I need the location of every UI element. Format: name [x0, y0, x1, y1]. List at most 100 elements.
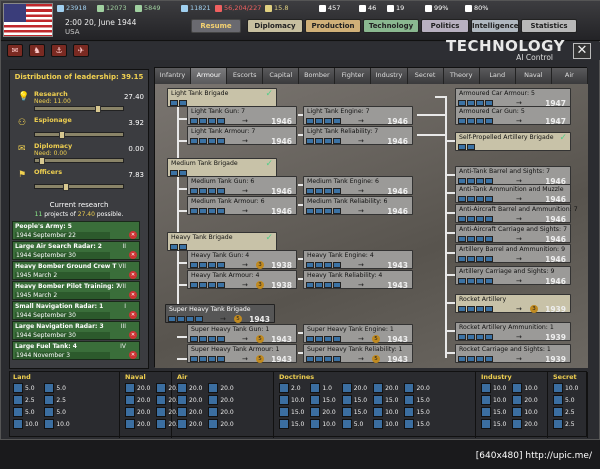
summary-item[interactable]: 10.0	[512, 407, 538, 417]
tech-card[interactable]: Heavy Tank Armour: 4 → 1938 3	[187, 270, 297, 290]
tech-card[interactable]: Anti-Aircraft Carriage and Sights: 7 → 194…	[455, 224, 571, 244]
summary-item[interactable]: 2.5	[44, 395, 69, 405]
tech-card[interactable]: Light Tank Armour: 7 → 1946	[187, 126, 297, 146]
tech-card[interactable]: Super Heavy Tank Gun: 1 → 1943 5	[187, 324, 297, 344]
tech-card[interactable]: Medium Tank Brigade ✓	[167, 158, 277, 177]
summary-item[interactable]: 20.0	[208, 407, 234, 417]
slider-knob[interactable]	[39, 157, 46, 165]
tab-capital[interactable]: Capital	[263, 68, 300, 84]
summary-item[interactable]: 2.5	[553, 407, 578, 417]
summary-item[interactable]: 15.0	[404, 407, 430, 417]
nav-button-intelligence[interactable]: Intelligence	[471, 19, 519, 33]
tech-card[interactable]: Anti-Tank Barrel and Sights: 7 → 1946	[455, 166, 571, 186]
leadership-slider[interactable]	[34, 183, 124, 191]
summary-item[interactable]: 10.0	[481, 395, 506, 405]
tech-card[interactable]: Super Heavy Tank Armour: 1 → 1943 5	[187, 344, 297, 364]
cancel-icon[interactable]: ✕	[129, 351, 137, 359]
summary-item[interactable]: 20.0	[177, 395, 202, 405]
unit-icon[interactable]: ♞	[29, 44, 45, 57]
summary-item[interactable]: 2.5	[553, 419, 578, 429]
summary-item[interactable]: 10.0	[310, 419, 336, 429]
research-queue-item[interactable]: Large Air Search Radar: 2 II 1944 Septembe…	[12, 241, 140, 260]
slider-knob[interactable]	[95, 105, 102, 113]
leadership-slider[interactable]	[34, 105, 124, 113]
cancel-icon[interactable]: ✕	[129, 271, 137, 279]
tech-card[interactable]: Armoured Car Gun: 5 → 1947	[455, 106, 571, 126]
tech-card[interactable]: Artillery Carriage and Sights: 9 → 1946	[455, 266, 571, 286]
summary-item[interactable]: 20.0	[404, 383, 430, 393]
tech-card[interactable]: Artillery Barrel and Ammunition: 9 → 1946	[455, 244, 571, 264]
summary-item[interactable]: 5.0	[44, 407, 69, 417]
summary-item[interactable]: 15.0	[373, 395, 398, 405]
summary-item[interactable]: 10.0	[373, 407, 398, 417]
tech-card[interactable]: Super Heavy Tank Engine: 1 → 1943 5	[303, 324, 413, 344]
research-queue-item[interactable]: Heavy Bomber Pilot Training: 7 VII 1945 Ma…	[12, 281, 140, 300]
cancel-icon[interactable]: ✕	[129, 311, 137, 319]
tech-card[interactable]: Light Tank Engine: 7 → 1946	[303, 106, 413, 126]
plane-icon[interactable]: ✈	[73, 44, 89, 57]
summary-item[interactable]: 20.0	[512, 395, 538, 405]
cancel-icon[interactable]: ✕	[129, 231, 137, 239]
tech-card[interactable]: Rocket Carriage and Sights: 1 → 1939	[455, 344, 571, 364]
summary-item[interactable]: 10.0	[44, 419, 70, 429]
tech-card[interactable]: Light Tank Reliability: 7 → 1946	[303, 126, 413, 146]
summary-item[interactable]: 15.0	[404, 419, 430, 429]
summary-item[interactable]: 15.0	[279, 419, 304, 429]
summary-item[interactable]: 2.5	[13, 395, 38, 405]
leadership-slider[interactable]	[34, 131, 124, 139]
tech-card[interactable]: Light Tank Brigade ✓	[167, 88, 277, 107]
summary-item[interactable]: 20.0	[208, 395, 234, 405]
summary-item[interactable]: 15.0	[404, 395, 430, 405]
tech-card[interactable]: Anti-Aircraft Barrel and Ammunition: 7 → 1…	[455, 204, 578, 224]
cancel-icon[interactable]: ✕	[129, 291, 137, 299]
research-queue-item[interactable]: Large Navigation Radar: 3 III 1944 Septemb…	[12, 321, 140, 340]
tech-card[interactable]: Super Heavy Tank Brigade → 1943 5	[165, 304, 275, 324]
tech-card[interactable]: Medium Tank Engine: 6 → 1946	[303, 176, 413, 196]
summary-item[interactable]: 15.0	[310, 395, 336, 405]
summary-item[interactable]: 10.0	[279, 395, 304, 405]
tech-card[interactable]: Medium Tank Armour: 6 → 1946	[187, 196, 297, 216]
tab-air[interactable]: Air	[551, 68, 588, 84]
tech-card[interactable]: Heavy Tank Gun: 4 → 1938 3	[187, 250, 297, 270]
summary-item[interactable]: 20.0	[125, 383, 150, 393]
summary-item[interactable]: 5.0	[44, 383, 69, 393]
summary-item[interactable]: 15.0	[481, 407, 506, 417]
tech-card[interactable]: Medium Tank Gun: 6 → 1946	[187, 176, 297, 196]
summary-item[interactable]: 10.0	[512, 383, 538, 393]
slider-knob[interactable]	[58, 131, 65, 139]
summary-item[interactable]: 10.0	[13, 419, 38, 429]
tech-card[interactable]: Rocket Artillery → 1939 3	[455, 294, 571, 314]
tab-fighter[interactable]: Fighter	[335, 68, 372, 84]
tab-secret[interactable]: Secret	[407, 68, 444, 84]
summary-item[interactable]: 20.0	[208, 419, 234, 429]
tech-card[interactable]: Self-Propelled Artillery Brigade ✓	[455, 132, 571, 151]
summary-item[interactable]: 15.0	[341, 395, 367, 405]
tab-infantry[interactable]: Infantry	[155, 68, 192, 84]
tech-card[interactable]: Armoured Car Armour: 5 → 1947	[455, 88, 571, 108]
tab-armour[interactable]: Armour	[191, 68, 228, 84]
tech-card[interactable]: Medium Tank Reliability: 6 → 1946	[303, 196, 413, 216]
summary-item[interactable]: 5.0	[13, 407, 38, 417]
summary-item[interactable]: 5.0	[13, 383, 38, 393]
summary-item[interactable]: 10.0	[553, 383, 578, 393]
nav-button-technology[interactable]: Technology	[363, 19, 419, 33]
summary-item[interactable]: 20.0	[125, 419, 150, 429]
tech-card[interactable]: Super Heavy Tank Reliability: 1 → 1943 5	[303, 344, 413, 364]
nav-button-politics[interactable]: Politics	[421, 19, 469, 33]
cancel-icon[interactable]: ✕	[129, 331, 137, 339]
tech-card[interactable]: Anti-Tank Ammunition and Muzzle → 1946	[455, 184, 571, 204]
ship-icon[interactable]: ⚓	[51, 44, 67, 57]
tab-theory[interactable]: Theory	[443, 68, 480, 84]
tech-card[interactable]: Light Tank Gun: 7 → 1946	[187, 106, 297, 126]
nav-button-diplomacy[interactable]: Diplomacy	[247, 19, 303, 33]
tech-card[interactable]: Rocket Artillery Ammunition: 1 → 1939	[455, 322, 571, 342]
summary-item[interactable]: 20.0	[373, 383, 398, 393]
usa-flag[interactable]	[3, 3, 53, 37]
summary-item[interactable]: 1.0	[310, 383, 335, 393]
summary-item[interactable]: 20.0	[512, 419, 538, 429]
research-queue-item[interactable]: Heavy Bomber Ground Crew T VII 1945 March …	[12, 261, 140, 280]
summary-item[interactable]: 20.0	[341, 383, 367, 393]
research-queue-item[interactable]: Large Fuel Tank: 4 IV 1944 November 3 ✕	[12, 341, 140, 360]
summary-item[interactable]: 20.0	[177, 419, 202, 429]
nav-button-production[interactable]: Production	[305, 19, 361, 33]
